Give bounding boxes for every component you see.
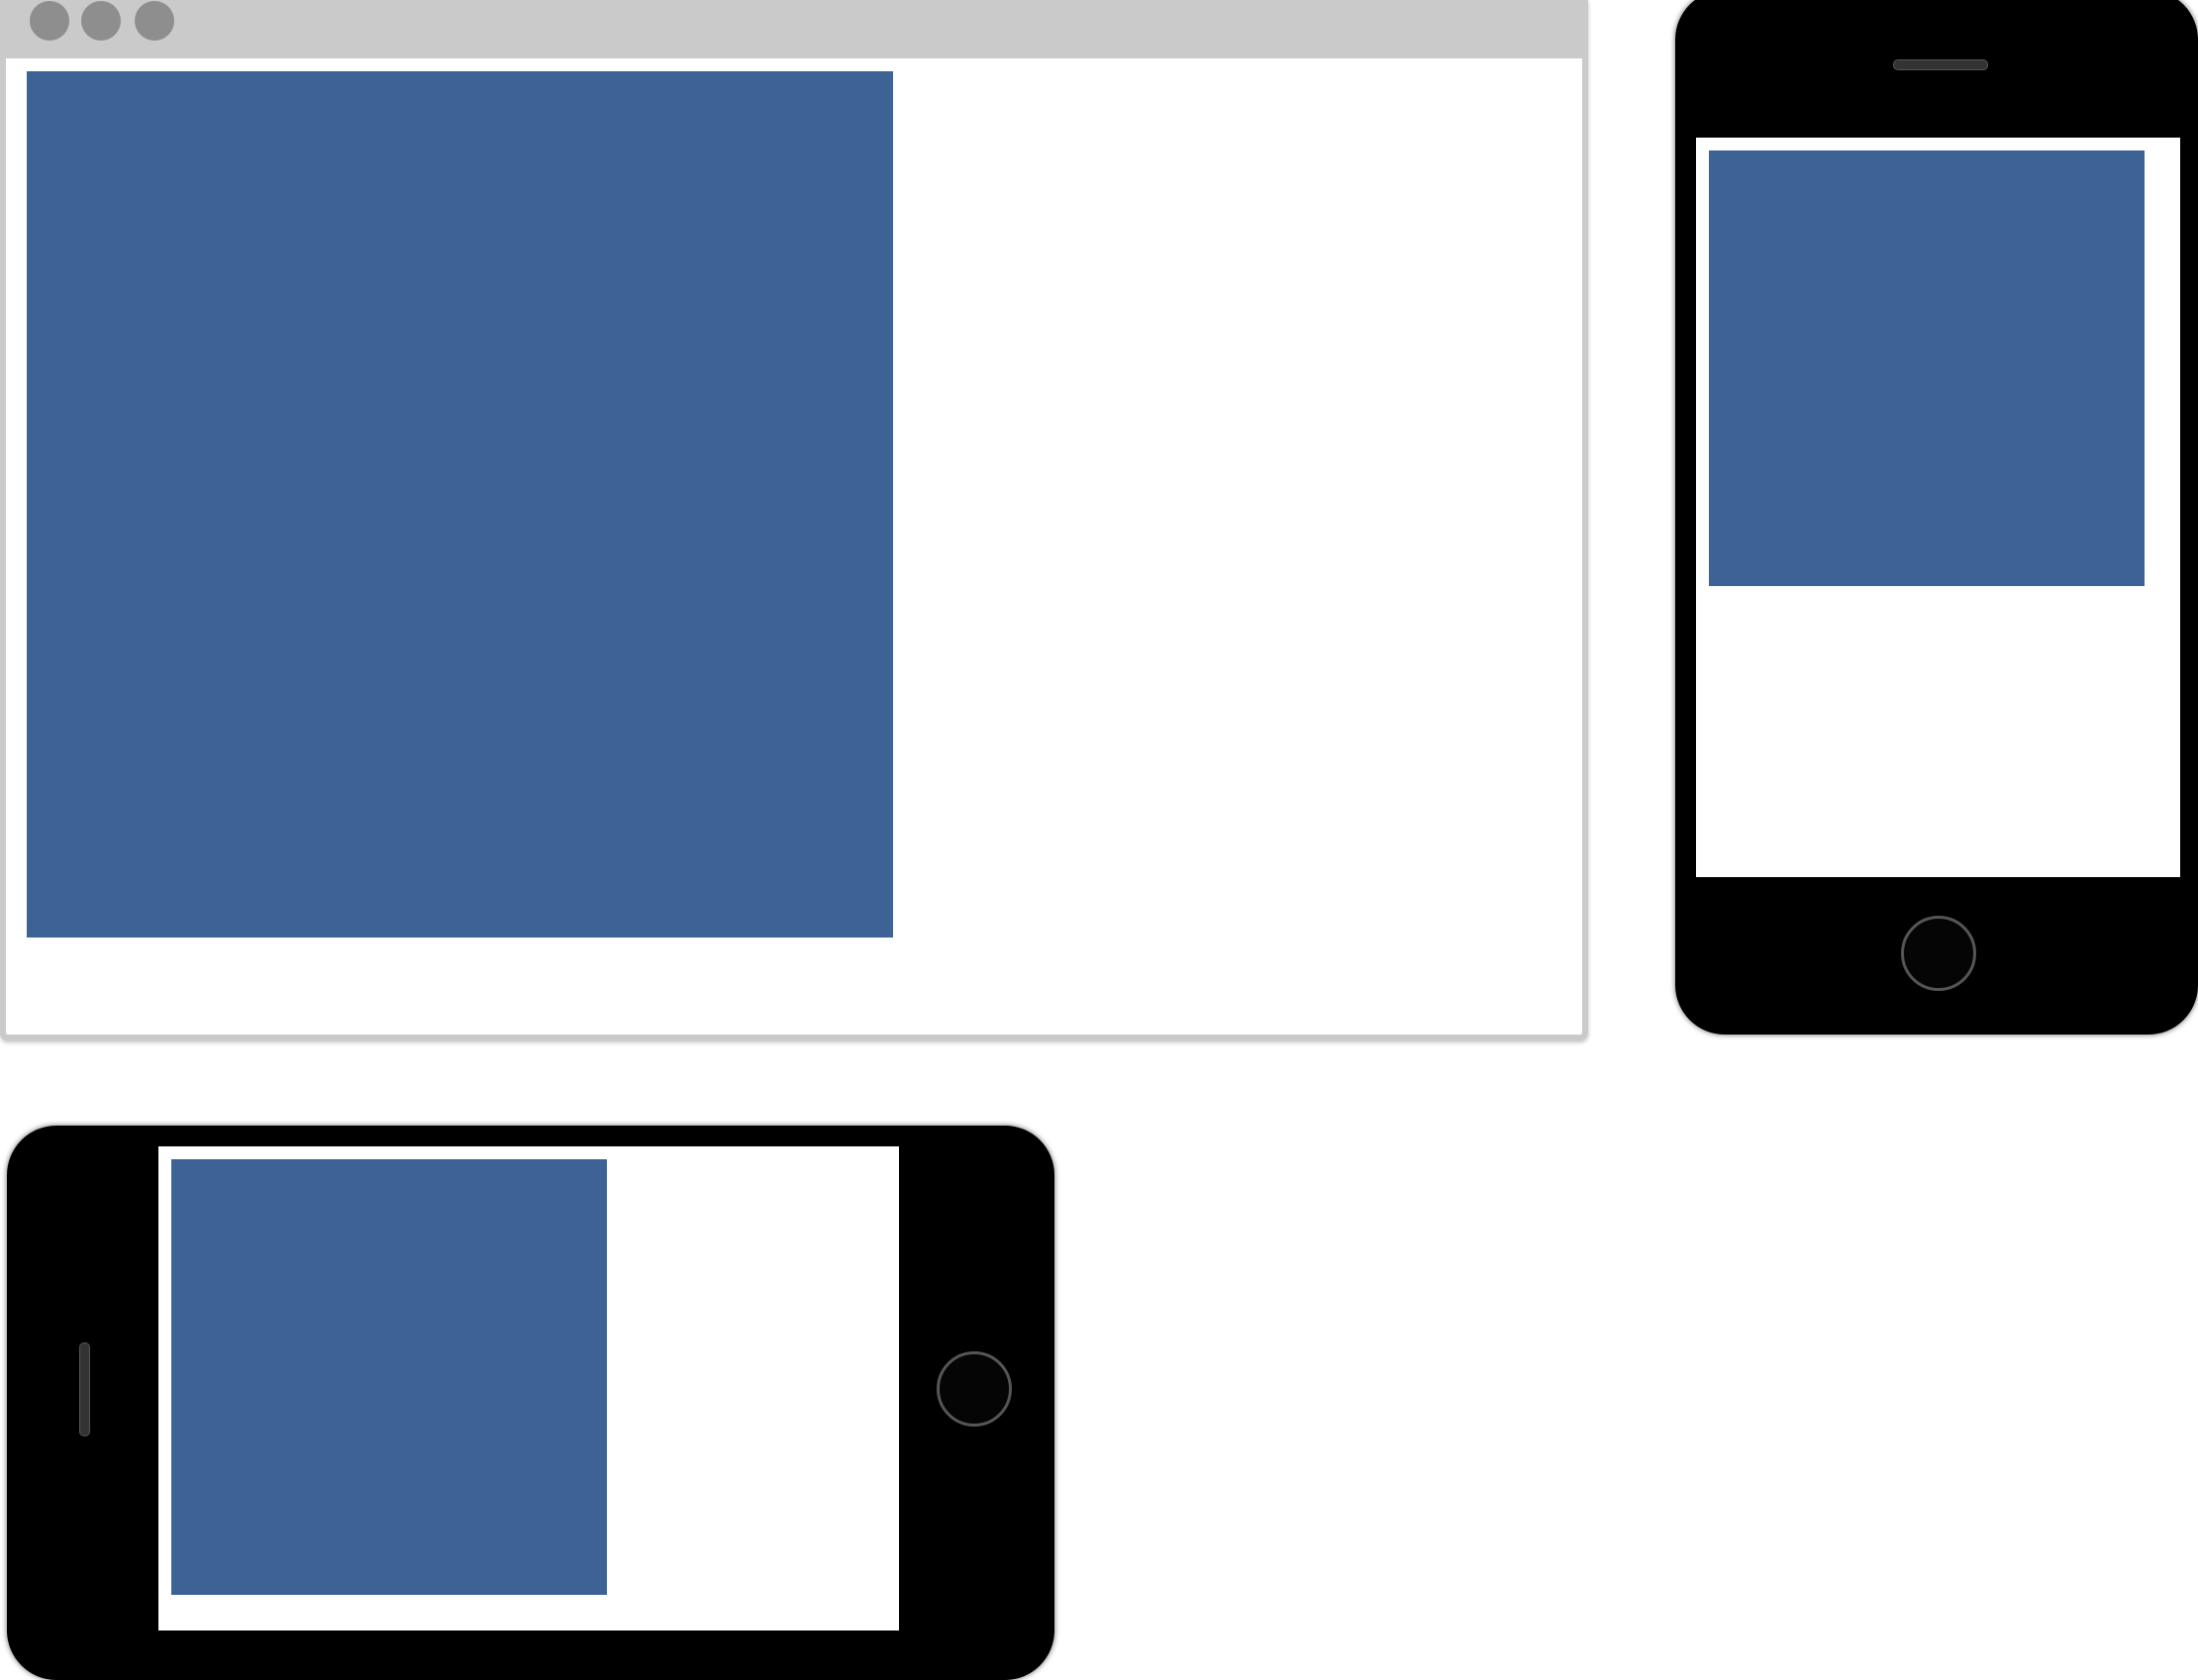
- phone-speaker-icon: [79, 1342, 90, 1436]
- desktop-content-block: [27, 71, 893, 938]
- browser-title-bar: [0, 0, 1588, 58]
- window-close-dot-icon: [30, 1, 69, 41]
- phone-landscape-content-block: [171, 1159, 607, 1595]
- home-button-icon: [1901, 916, 1976, 991]
- window-minimize-dot-icon: [81, 1, 121, 41]
- phone-speaker-icon: [1893, 59, 1988, 70]
- window-maximize-dot-icon: [135, 1, 174, 41]
- phone-portrait-content-block: [1709, 150, 2145, 586]
- home-button-icon: [937, 1351, 1012, 1427]
